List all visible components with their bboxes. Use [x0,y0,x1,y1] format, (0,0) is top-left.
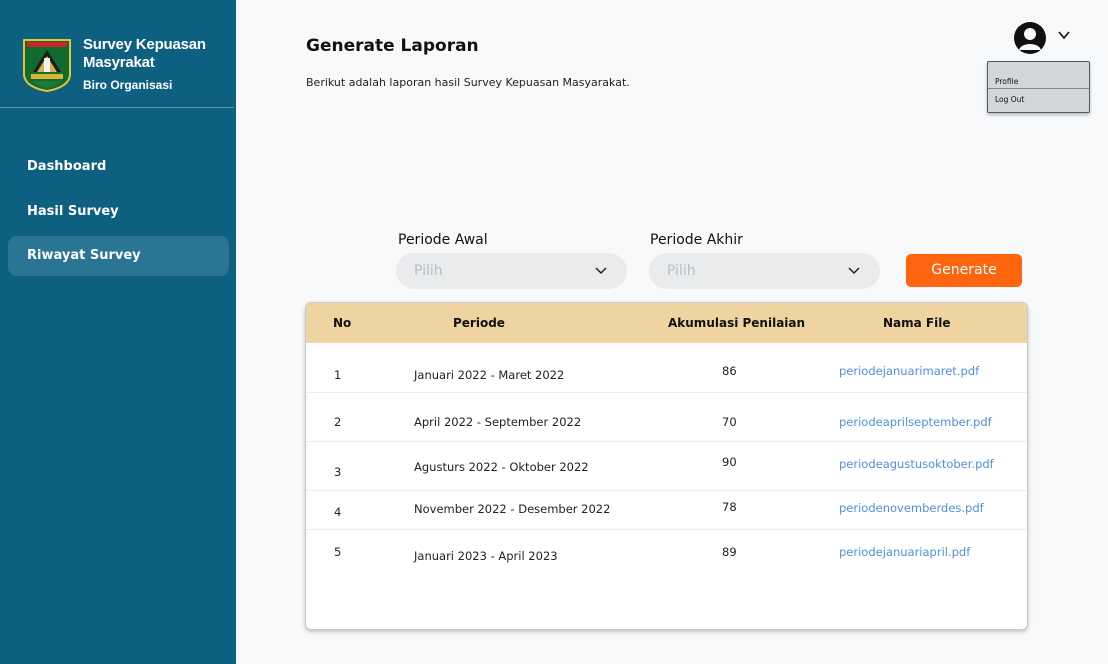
cell-periode: Januari 2023 - April 2023 [414,549,558,563]
user-dropdown-menu: Profile Log Out [987,61,1090,113]
report-table: No Periode Akumulasi Penilaian Nama File… [305,302,1028,630]
cell-nilai: 70 [722,415,737,429]
cell-periode: November 2022 - Desember 2022 [414,502,611,516]
end-period-value: Pilih [667,263,696,279]
end-period-select[interactable]: Pilih [649,253,880,289]
page-description: Berikut adalah laporan hasil Survey Kepu… [306,76,630,89]
nav-item-dashboard[interactable]: Dashboard [8,147,229,187]
cell-no: 5 [334,545,342,559]
start-period-label: Periode Awal [398,232,488,248]
start-period-value: Pilih [414,263,443,279]
cell-periode: April 2022 - September 2022 [414,415,582,429]
file-link[interactable]: periodejanuarimaret.pdf [839,364,979,378]
file-link[interactable]: periodeaprilseptember.pdf [839,415,992,429]
nav-item-riwayat-survey[interactable]: Riwayat Survey [8,236,229,276]
sidebar: Survey Kepuasan Masyrakat Biro Organisas… [0,0,236,664]
cell-periode: Januari 2022 - Maret 2022 [414,368,565,382]
cell-periode: Agusturs 2022 - Oktober 2022 [414,460,589,474]
generate-button[interactable]: Generate [906,254,1022,287]
column-header-periode: Periode [453,316,505,330]
brand-title: Survey Kepuasan Masyrakat [83,36,206,71]
file-link[interactable]: periodeagustusoktober.pdf [839,457,994,471]
menu-item-logout[interactable]: Log Out [988,90,1089,110]
end-period-label: Periode Akhir [650,232,743,248]
user-avatar-icon [1014,22,1046,54]
row-divider [306,441,1027,442]
sidebar-divider [0,107,234,108]
cell-nilai: 90 [722,455,737,469]
column-header-no: No [333,316,352,330]
cell-nilai: 86 [722,364,737,378]
file-link[interactable]: periodenovemberdes.pdf [839,501,984,515]
chevron-down-icon [848,267,860,275]
cell-no: 2 [334,415,342,429]
cell-nilai: 78 [722,500,737,514]
cell-no: 1 [334,368,342,382]
cell-nilai: 89 [722,545,737,559]
column-header-nama-file: Nama File [883,316,951,330]
row-divider [306,392,1027,393]
brand: Survey Kepuasan Masyrakat Biro Organisas… [23,36,233,96]
row-divider [306,529,1027,530]
menu-item-profile[interactable]: Profile [988,72,1089,92]
cell-no: 4 [334,505,342,519]
column-header-akumulasi: Akumulasi Penilaian [668,316,806,330]
brand-subtitle: Biro Organisasi [83,78,173,92]
user-menu-toggle[interactable] [1014,22,1076,56]
page-title: Generate Laporan [306,36,479,56]
start-period-select[interactable]: Pilih [396,253,627,289]
file-link[interactable]: periodejanuariapril.pdf [839,545,970,559]
row-divider [306,490,1027,491]
cell-no: 3 [334,465,342,479]
nav-item-hasil-survey[interactable]: Hasil Survey [8,192,229,232]
provincial-crest-logo [23,39,71,92]
chevron-down-icon [1058,31,1070,40]
table-header: No Periode Akumulasi Penilaian Nama File [306,303,1027,343]
chevron-down-icon [595,267,607,275]
menu-divider [988,88,1089,89]
